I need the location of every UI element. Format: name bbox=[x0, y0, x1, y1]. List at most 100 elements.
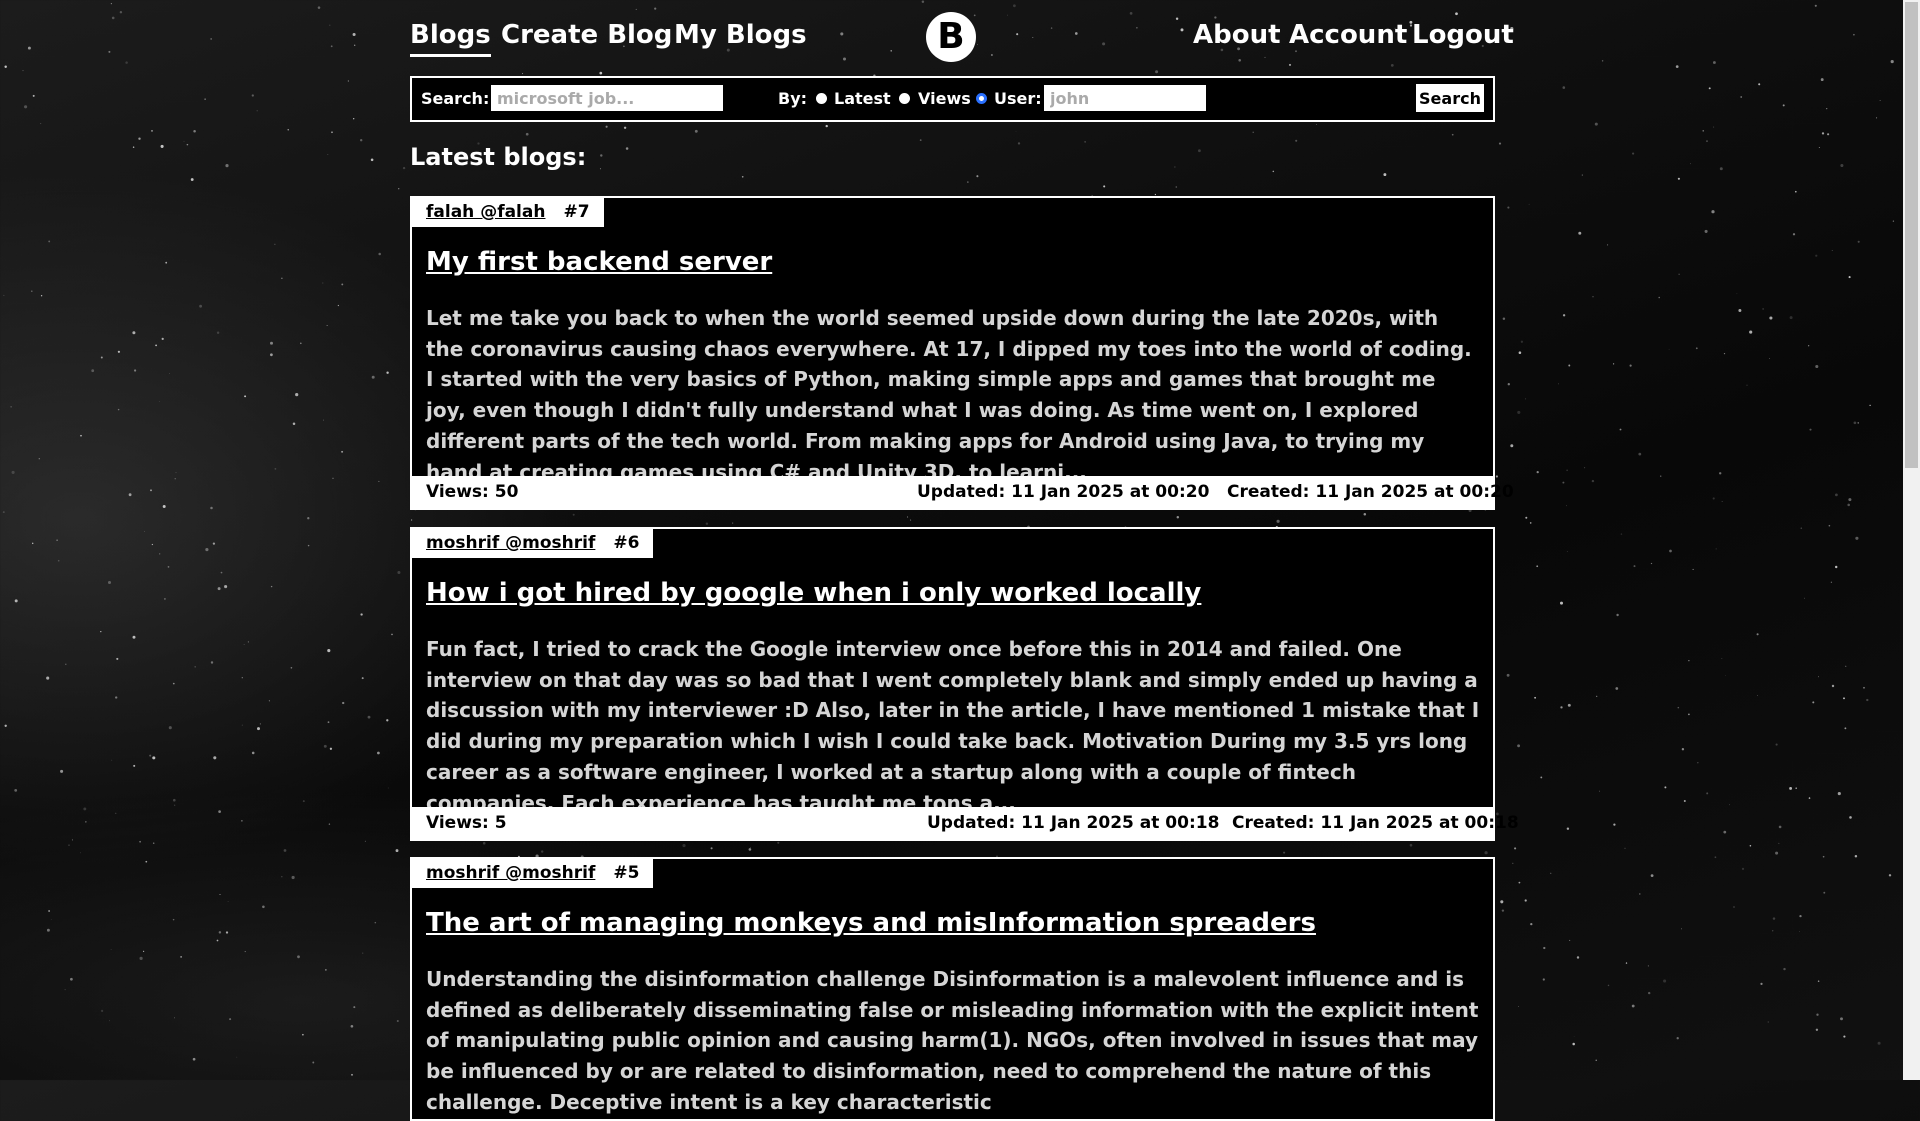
user-filter-input[interactable] bbox=[1044, 85, 1206, 111]
star-dot bbox=[353, 118, 355, 120]
star-dot bbox=[1501, 909, 1505, 912]
star-dot bbox=[31, 542, 34, 545]
star-dot bbox=[257, 727, 260, 731]
star-dot bbox=[1843, 1035, 1846, 1038]
star-dot bbox=[1827, 133, 1830, 136]
star-dot bbox=[1857, 240, 1860, 243]
star-dot bbox=[600, 154, 603, 157]
star-dot bbox=[291, 875, 295, 880]
nav-my-blogs[interactable]: My Blogs bbox=[674, 18, 807, 52]
scrollbar-thumb[interactable] bbox=[1905, 2, 1918, 468]
star-dot bbox=[1103, 185, 1106, 188]
star-dot bbox=[274, 467, 277, 470]
blog-author-link[interactable]: moshrif @moshrif bbox=[426, 863, 595, 883]
blog-author-link[interactable]: moshrif @moshrif bbox=[426, 533, 595, 553]
star-dot bbox=[1525, 516, 1528, 519]
blog-card: falah @falah #7 My first backend server L… bbox=[410, 196, 1514, 510]
star-dot bbox=[360, 139, 363, 142]
star-dot bbox=[172, 682, 175, 685]
radio-views[interactable] bbox=[899, 93, 910, 104]
star-dot bbox=[1562, 481, 1565, 484]
star-dot bbox=[149, 754, 152, 757]
star-dot bbox=[1817, 980, 1820, 982]
nav-account[interactable]: Account bbox=[1289, 18, 1407, 52]
blog-title-link[interactable]: The art of managing monkeys and misInfor… bbox=[426, 908, 1316, 938]
star-dot bbox=[307, 544, 310, 547]
star-dot bbox=[327, 649, 331, 653]
star-dot bbox=[1534, 696, 1536, 699]
star-dot bbox=[219, 894, 221, 895]
star-dot bbox=[1713, 126, 1715, 128]
star-dot bbox=[247, 641, 249, 643]
blog-title-link[interactable]: How i got hired by google when i only wo… bbox=[426, 578, 1201, 608]
nav-create-blog[interactable]: Create Blog bbox=[501, 18, 672, 52]
star-dot bbox=[1624, 847, 1626, 849]
star-dot bbox=[354, 44, 356, 46]
star-dot bbox=[1619, 428, 1622, 431]
star-dot bbox=[1638, 452, 1642, 456]
star-dot bbox=[1758, 83, 1761, 86]
star-dot bbox=[341, 283, 344, 286]
star-dot bbox=[1814, 4, 1817, 7]
star-dot bbox=[1675, 65, 1679, 68]
star-dot bbox=[1888, 874, 1892, 877]
star-dot bbox=[1762, 308, 1764, 310]
star-dot bbox=[1789, 316, 1793, 320]
star-dot bbox=[236, 1056, 238, 1058]
search-button[interactable]: Search bbox=[1416, 84, 1484, 112]
radio-latest[interactable] bbox=[816, 93, 827, 104]
star-dot bbox=[48, 240, 51, 243]
radio-views-label: Views bbox=[918, 89, 971, 108]
blog-logo-icon[interactable]: B bbox=[926, 12, 976, 62]
star-dot bbox=[1295, 139, 1298, 142]
star-dot bbox=[1749, 330, 1753, 334]
star-dot bbox=[705, 522, 709, 525]
star-dot bbox=[1568, 364, 1571, 367]
blog-author-link[interactable]: falah @falah bbox=[426, 202, 545, 222]
star-dot bbox=[1594, 122, 1598, 126]
star-dot bbox=[397, 571, 401, 574]
blog-title-link[interactable]: My first backend server bbox=[426, 247, 772, 277]
star-dot bbox=[40, 123, 42, 125]
star-dot bbox=[1518, 1006, 1519, 1007]
star-dot bbox=[173, 798, 176, 802]
nav-about[interactable]: About bbox=[1193, 18, 1281, 52]
radio-user[interactable] bbox=[976, 93, 987, 104]
page-scrollbar[interactable] bbox=[1903, 0, 1920, 1080]
search-label: Search: bbox=[421, 89, 490, 108]
star-dot bbox=[919, 139, 922, 141]
nav-blogs[interactable]: Blogs bbox=[410, 18, 491, 57]
star-dot bbox=[1821, 132, 1825, 135]
star-dot bbox=[371, 375, 375, 379]
star-dot bbox=[46, 928, 50, 932]
star-dot bbox=[1736, 293, 1738, 295]
star-dot bbox=[48, 910, 50, 912]
star-dot bbox=[46, 676, 50, 680]
star-dot bbox=[183, 140, 185, 142]
star-dot bbox=[1669, 549, 1672, 553]
star-dot bbox=[161, 337, 164, 341]
star-dot bbox=[225, 586, 227, 588]
search-input[interactable] bbox=[491, 85, 723, 111]
star-dot bbox=[70, 977, 73, 981]
star-dot bbox=[1778, 842, 1780, 844]
star-dot bbox=[1725, 674, 1726, 676]
star-dot bbox=[68, 844, 70, 846]
star-dot bbox=[361, 677, 364, 680]
star-dot bbox=[1815, 1028, 1819, 1031]
star-dot bbox=[1849, 816, 1852, 819]
star-dot bbox=[1316, 124, 1317, 126]
star-dot bbox=[1576, 956, 1580, 959]
star-dot bbox=[115, 696, 118, 699]
star-dot bbox=[1756, 633, 1759, 636]
star-dot bbox=[1835, 493, 1838, 497]
blog-excerpt: Understanding the disinformation challen… bbox=[426, 967, 1479, 1114]
star-dot bbox=[1530, 922, 1533, 926]
search-bar: Search: By: Latest Views User: Search bbox=[410, 76, 1495, 122]
star-dot bbox=[1711, 210, 1715, 214]
star-dot bbox=[1543, 946, 1546, 950]
star-dot bbox=[386, 719, 389, 722]
nav-logout[interactable]: Logout bbox=[1412, 18, 1514, 52]
blog-updated: Updated: 11 Jan 2025 at 00:18 bbox=[927, 813, 1220, 833]
star-dot bbox=[1721, 657, 1723, 659]
